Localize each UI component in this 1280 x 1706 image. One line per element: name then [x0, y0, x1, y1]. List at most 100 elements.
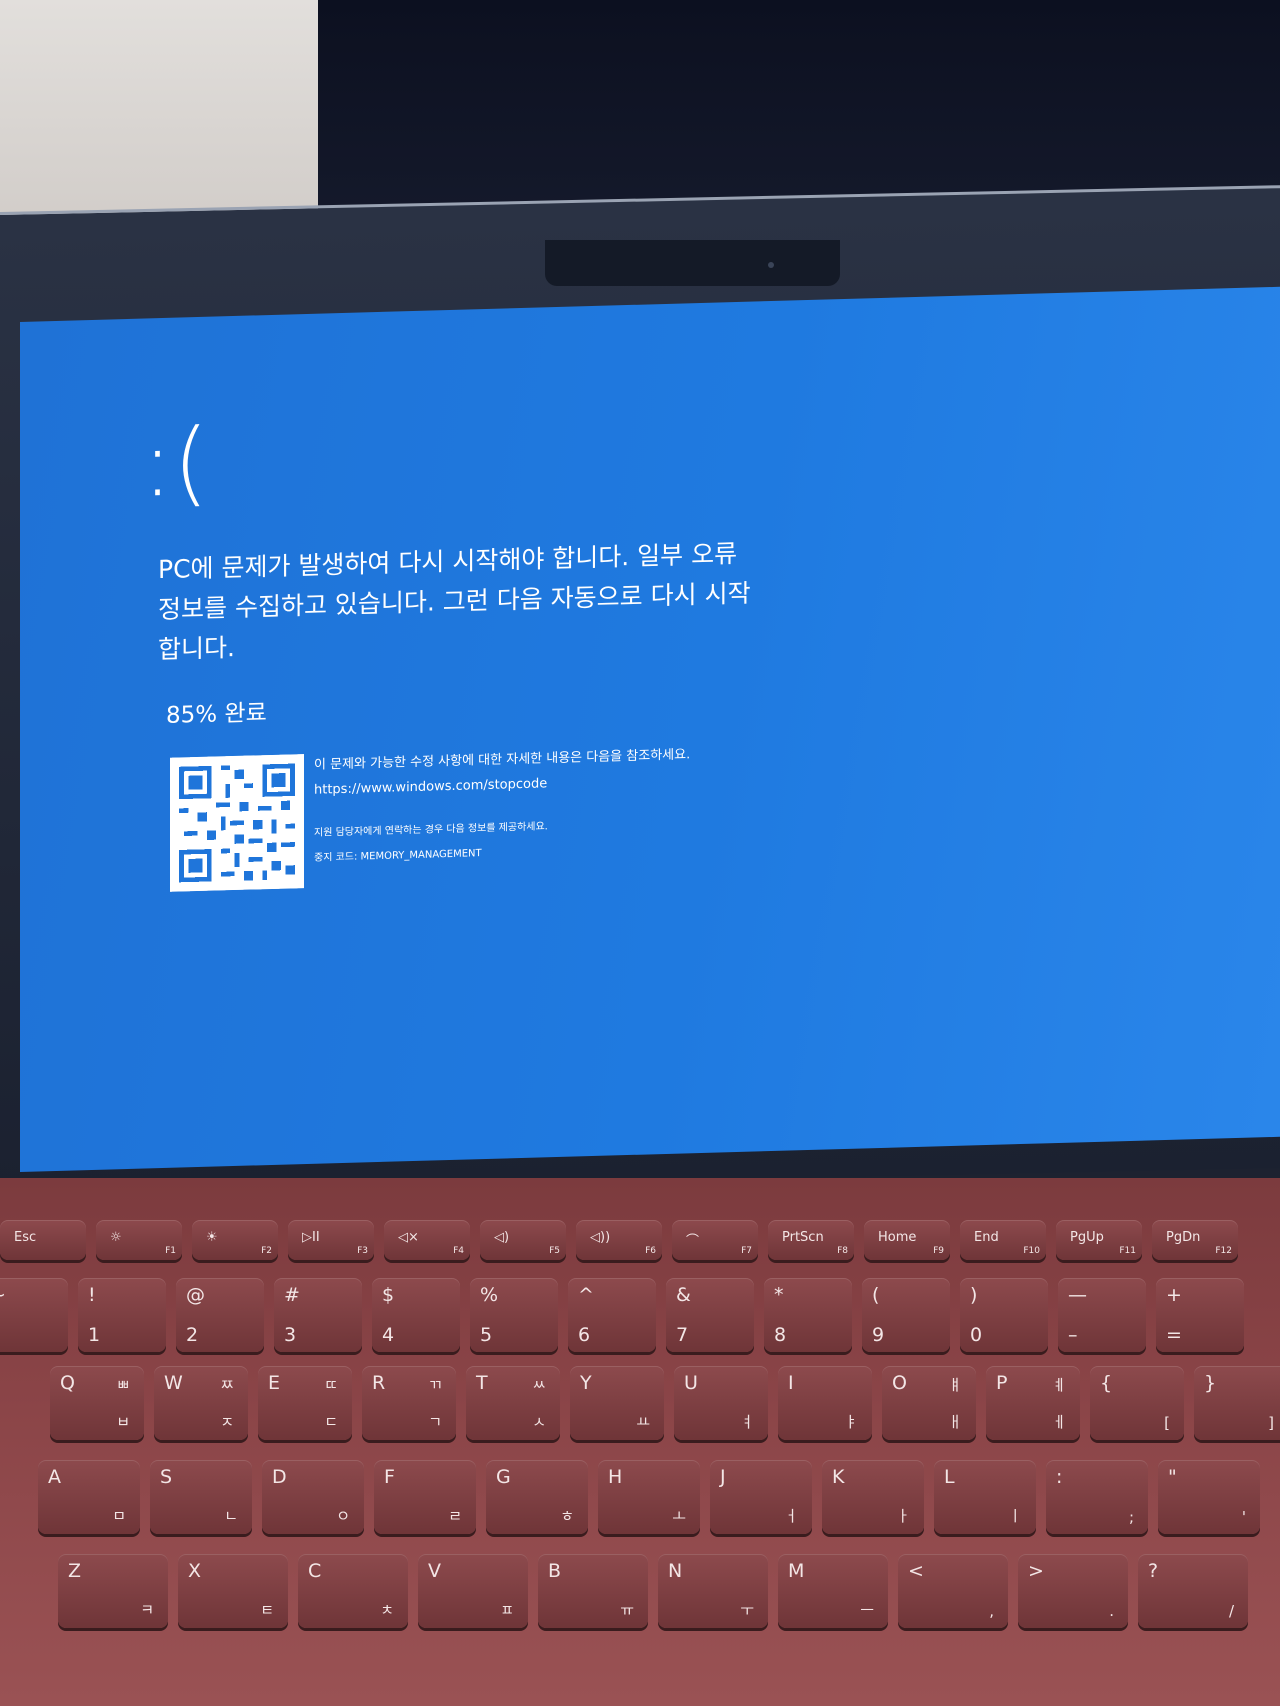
key-q-10[interactable]: {[: [1090, 1366, 1184, 1440]
key-fn-9[interactable]: Home F9: [864, 1220, 950, 1260]
key-q-0[interactable]: Q ㅃㅂ: [50, 1366, 144, 1440]
key-num-8[interactable]: * 8: [764, 1278, 852, 1352]
key-hangul-label: ㄴ: [224, 1507, 238, 1525]
key-fn-10[interactable]: End F10: [960, 1220, 1046, 1260]
key-fn-0[interactable]: Esc: [0, 1220, 86, 1260]
key-hangul-shift-label: ㅉ: [220, 1376, 234, 1394]
key-num-11[interactable]: — –: [1058, 1278, 1146, 1352]
key-num-9[interactable]: (9: [862, 1278, 950, 1352]
more-info-text: 이 문제와 가능한 수정 사항에 대한 자세한 내용은 다음을 참조하세요.: [314, 747, 691, 773]
key-fn-8[interactable]: PrtScn F8: [768, 1220, 854, 1260]
key-num-5[interactable]: % 5: [470, 1278, 558, 1352]
key-primary-label: #: [284, 1284, 300, 1306]
key-num-2[interactable]: @2: [176, 1278, 264, 1352]
key-hangul-label: ㄷ: [324, 1413, 338, 1431]
key-hangul-label: ㅈ: [220, 1413, 234, 1431]
key-primary-label: PgDn: [1166, 1230, 1201, 1245]
key-primary-label: ^: [578, 1284, 594, 1306]
key-fn-6[interactable]: ◁)) F6: [576, 1220, 662, 1260]
key-a-1[interactable]: Sㄴ: [150, 1460, 252, 1534]
contact-text: 지원 담당자에게 연락하는 경우 다음 정보를 제공하세요.: [314, 821, 548, 839]
key-primary-label: I: [788, 1372, 794, 1394]
key-z-8[interactable]: >.: [1018, 1554, 1128, 1628]
key-num-6[interactable]: ^ 6: [568, 1278, 656, 1352]
key-num-3[interactable]: #3: [274, 1278, 362, 1352]
key-z-5[interactable]: Nㅜ: [658, 1554, 768, 1628]
key-a-4[interactable]: Gㅎ: [486, 1460, 588, 1534]
key-hangul-shift-label: ㄲ: [428, 1376, 442, 1394]
key-z-1[interactable]: Xㅌ: [178, 1554, 288, 1628]
key-q-4[interactable]: T ㅆㅅ: [466, 1366, 560, 1440]
key-q-11[interactable]: }]: [1194, 1366, 1280, 1440]
key-hangul-label: ㅑ: [844, 1413, 858, 1431]
key-z-2[interactable]: Cㅊ: [298, 1554, 408, 1628]
key-a-2[interactable]: Dㅇ: [262, 1460, 364, 1534]
key-a-7[interactable]: Kㅏ: [822, 1460, 924, 1534]
key-primary-label: M: [788, 1560, 805, 1582]
key-hangul-label: ㅍ: [500, 1601, 514, 1619]
key-a-9[interactable]: :;: [1046, 1460, 1148, 1534]
key-hangul-label: ㅊ: [380, 1601, 394, 1619]
key-q-2[interactable]: E ㄸㄷ: [258, 1366, 352, 1440]
key-a-0[interactable]: Aㅁ: [38, 1460, 140, 1534]
key-fn-3[interactable]: ▷II F3: [288, 1220, 374, 1260]
key-num-10[interactable]: ) 0: [960, 1278, 1048, 1352]
key-a-10[interactable]: " ': [1158, 1460, 1260, 1534]
key-fn-label: F10: [1023, 1246, 1040, 1256]
key-primary-label: +: [1166, 1284, 1182, 1306]
key-hangul-label: ㅕ: [740, 1413, 754, 1431]
key-primary-label: ): [970, 1284, 978, 1306]
key-secondary-label: 3: [284, 1324, 297, 1346]
key-num-1[interactable]: ! 1: [78, 1278, 166, 1352]
key-fn-label: F7: [741, 1246, 752, 1256]
key-fn-11[interactable]: PgUp F11: [1056, 1220, 1142, 1260]
key-a-8[interactable]: Lㅣ: [934, 1460, 1036, 1534]
key-q-3[interactable]: R ㄲㄱ: [362, 1366, 456, 1440]
key-a-6[interactable]: Jㅓ: [710, 1460, 812, 1534]
key-q-6[interactable]: Uㅕ: [674, 1366, 768, 1440]
key-num-0[interactable]: ~`: [0, 1278, 68, 1352]
key-hangul-shift-label: ㄸ: [324, 1376, 338, 1394]
key-hangul-label: ㅏ: [896, 1507, 910, 1525]
key-fn-2[interactable]: ☀ F2: [192, 1220, 278, 1260]
key-hangul-label: ㅅ: [532, 1413, 546, 1431]
key-q-5[interactable]: Yㅛ: [570, 1366, 664, 1440]
key-primary-label: {: [1100, 1372, 1113, 1394]
key-z-0[interactable]: Zㅋ: [58, 1554, 168, 1628]
key-z-9[interactable]: ? /: [1138, 1554, 1248, 1628]
key-fn-label: F6: [645, 1246, 656, 1256]
key-num-4[interactable]: $4: [372, 1278, 460, 1352]
key-fn-label: F4: [453, 1246, 464, 1256]
key-q-8[interactable]: O ㅒㅐ: [882, 1366, 976, 1440]
camera-notch: [545, 240, 840, 286]
key-primary-label: —: [1068, 1284, 1087, 1306]
key-hangul-label: ㅡ: [860, 1601, 874, 1619]
key-fn-7[interactable]: ⌒ F7: [672, 1220, 758, 1260]
key-num-7[interactable]: & 7: [666, 1278, 754, 1352]
key-z-3[interactable]: Vㅍ: [418, 1554, 528, 1628]
key-primary-label: $: [382, 1284, 395, 1306]
key-z-6[interactable]: Mㅡ: [778, 1554, 888, 1628]
stopcode-link: https://www.windows.com/stopcode: [314, 776, 548, 798]
key-a-3[interactable]: Fㄹ: [374, 1460, 476, 1534]
key-primary-label: L: [944, 1466, 955, 1488]
key-q-9[interactable]: P ㅖㅔ: [986, 1366, 1080, 1440]
key-num-12[interactable]: + =: [1156, 1278, 1244, 1352]
key-z-4[interactable]: Bㅠ: [538, 1554, 648, 1628]
key-z-7[interactable]: <,: [898, 1554, 1008, 1628]
key-primary-label: T: [476, 1372, 488, 1394]
key-q-1[interactable]: W ㅉㅈ: [154, 1366, 248, 1440]
key-fn-4[interactable]: ◁× F4: [384, 1220, 470, 1260]
key-fn-5[interactable]: ◁) F5: [480, 1220, 566, 1260]
key-a-5[interactable]: Hㅗ: [598, 1460, 700, 1534]
key-primary-label: :: [1056, 1466, 1063, 1488]
key-fn-1[interactable]: ☼ F1: [96, 1220, 182, 1260]
key-secondary-label: 7: [676, 1324, 689, 1346]
key-q-7[interactable]: Iㅑ: [778, 1366, 872, 1440]
key-primary-label: >: [1028, 1560, 1044, 1582]
key-secondary-label: 4: [382, 1324, 395, 1346]
key-fn-12[interactable]: PgDn F12: [1152, 1220, 1238, 1260]
key-hangul-label: ㅠ: [620, 1601, 634, 1619]
sad-face-icon: :(: [142, 408, 209, 518]
key-primary-label: Z: [68, 1560, 82, 1582]
